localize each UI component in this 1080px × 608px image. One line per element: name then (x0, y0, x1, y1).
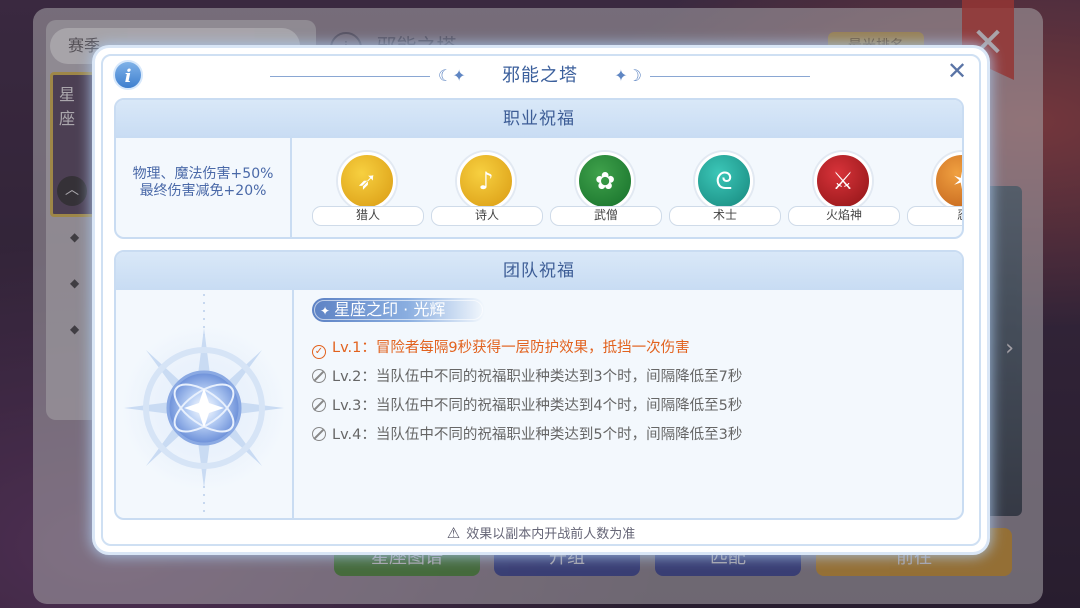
job-item-ninja[interactable]: ✶ 忍 (907, 150, 962, 226)
job-label: 诗人 (431, 206, 543, 226)
badge-frame (314, 300, 484, 320)
section-heading: 职业祝福 (116, 100, 962, 138)
disabled-circle-icon (312, 369, 326, 383)
close-icon[interactable]: ✕ (945, 59, 969, 84)
ninja-icon: ✶ (933, 152, 962, 210)
flower-icon: ✿ (576, 152, 634, 210)
title-divider-right (650, 76, 810, 77)
blessing-modal: i ☾✦ 邪能之塔 ✦☽ ✕ 职业祝福 物理、魔法伤害+50% 最终伤害减免+2… (95, 48, 987, 552)
level-row-1: ✓ Lv.1：冒险者每隔9秒获得一层防护效果，抵挡一次伤害 (312, 334, 952, 363)
job-label: 猎人 (312, 206, 424, 226)
level-row-2: Lv.2：当队伍中不同的祝福职业种类达到3个时，间隔降低至7秒 (312, 363, 952, 392)
info-button[interactable]: i (113, 60, 143, 90)
job-item-monk[interactable]: ✿ 武僧 (550, 150, 662, 226)
job-label: 忍 (907, 206, 962, 226)
disabled-circle-icon (312, 427, 326, 441)
crossed-swords-icon: ⚔ (814, 152, 872, 210)
level-text: Lv.2：当队伍中不同的祝福职业种类达到3个时，间隔降低至7秒 (332, 369, 743, 385)
team-blessing-details: ✦ 星座之印 · 光辉 ✓ Lv.1：冒险者每隔9秒获得一层防护效果，抵挡一次伤害 … (312, 298, 952, 450)
disabled-circle-icon (312, 398, 326, 412)
job-blessing-description: 物理、魔法伤害+50% 最终伤害减免+20% (116, 138, 292, 237)
constellation-seal-art (116, 290, 294, 518)
job-blessing-section: 职业祝福 物理、魔法伤害+50% 最终伤害减免+20% ➶ 猎人 ♪ 诗人 ✿ … (114, 98, 964, 239)
warning-icon: ⚠ (446, 524, 461, 542)
job-list[interactable]: ➶ 猎人 ♪ 诗人 ✿ 武僧 ᘓ 术士 ⚔ 火焰神 ✶ 忍 (312, 138, 962, 237)
job-blessing-line-2: 最终伤害减免+20% (139, 183, 267, 199)
team-blessing-section: 团队祝福 ✦ 星座之印 · 光辉 ✓ Lv.1：冒险者每隔9秒获得一层防护效果，… (114, 250, 964, 520)
level-text: Lv.4：当队伍中不同的祝福职业种类达到5个时，间隔降低至3秒 (332, 427, 743, 443)
footer-note: ⚠ 效果以副本内开战前人数为准 (95, 522, 987, 546)
lute-icon: ♪ (457, 152, 515, 210)
level-text: Lv.3：当队伍中不同的祝福职业种类达到4个时，间隔降低至5秒 (332, 398, 743, 414)
check-circle-icon: ✓ (312, 345, 326, 359)
seal-name-badge: ✦ 星座之印 · 光辉 (312, 298, 486, 322)
level-row-4: Lv.4：当队伍中不同的祝福职业种类达到5个时，间隔降低至3秒 (312, 421, 952, 450)
job-item-bard[interactable]: ♪ 诗人 (431, 150, 543, 226)
level-list: ✓ Lv.1：冒险者每隔9秒获得一层防护效果，抵挡一次伤害 Lv.2：当队伍中不同… (312, 334, 952, 450)
job-blessing-line-1: 物理、魔法伤害+50% (132, 166, 274, 182)
modal-title-row: ☾✦ 邪能之塔 ✦☽ (270, 62, 810, 92)
swirl-icon: ᘓ (695, 152, 753, 210)
job-label: 术士 (669, 206, 781, 226)
job-item-fire-god[interactable]: ⚔ 火焰神 (788, 150, 900, 226)
star-seal-icon (122, 294, 286, 514)
job-item-hunter[interactable]: ➶ 猎人 (312, 150, 424, 226)
level-text: Lv.1：冒险者每隔9秒获得一层防护效果，抵挡一次伤害 (332, 340, 690, 356)
job-label: 武僧 (550, 206, 662, 226)
section-heading: 团队祝福 (116, 252, 962, 290)
bow-icon: ➶ (338, 152, 396, 210)
level-row-3: Lv.3：当队伍中不同的祝福职业种类达到4个时，间隔降低至5秒 (312, 392, 952, 421)
job-label: 火焰神 (788, 206, 900, 226)
job-item-warlock[interactable]: ᘓ 术士 (669, 150, 781, 226)
moon-ornament-icon: ✦☽ (614, 66, 642, 85)
footer-note-text: 效果以副本内开战前人数为准 (466, 527, 636, 542)
